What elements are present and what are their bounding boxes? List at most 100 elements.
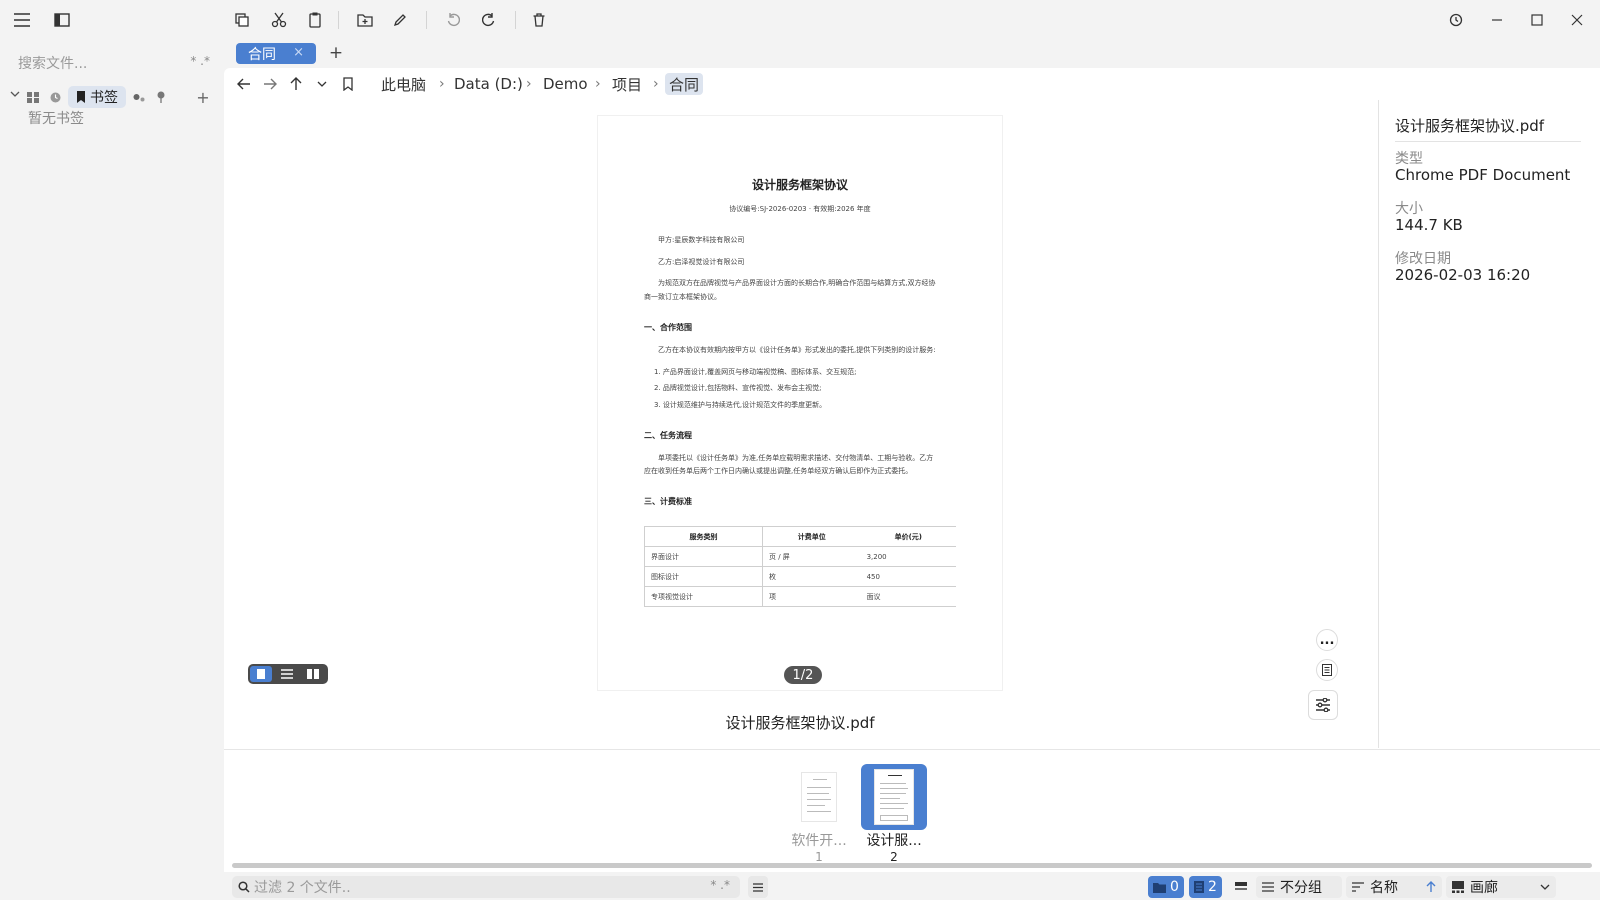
up-arrow-icon[interactable] <box>286 74 306 94</box>
doc-section-heading: 二、任务流程 <box>644 431 692 440</box>
table-header-row: 服务类别 计费单位 单价(元) <box>644 526 956 547</box>
page-indicator: 1/2 <box>784 666 822 684</box>
info-size-value: 144.7 KB <box>1395 216 1463 234</box>
gallery-strip: 软件开... 1 设计服... 2 <box>224 749 1600 865</box>
sort-ascending-icon[interactable] <box>1426 881 1436 893</box>
preview-filename: 设计服务框架协议.pdf <box>725 714 875 732</box>
sidebar-toggle-icon[interactable] <box>52 10 72 30</box>
table-cell: 450 <box>860 566 956 587</box>
breadcrumb-item-project[interactable]: 项目 <box>612 73 642 95</box>
menu-icon[interactable] <box>12 10 32 30</box>
single-page-view-icon[interactable] <box>250 666 272 682</box>
breadcrumb-item-drive[interactable]: Data (D:) <box>454 73 523 95</box>
sort-dropdown[interactable]: 名称 <box>1346 876 1442 898</box>
paste-icon[interactable] <box>305 10 325 30</box>
search-wildcard-toggle[interactable]: * .* <box>190 54 210 68</box>
doc-paragraph: 应在收到任务单后两个工作日内确认或提出调整,任务单经双方确认后即作为正式委托。 <box>644 467 913 475</box>
doc-paragraph: 单项委托以《设计任务单》为准,任务单应载明需求描述、交付物清单、工期与验收。乙方 <box>658 454 934 462</box>
gallery-item-index: 2 <box>890 850 898 864</box>
file-count: 2 <box>1208 879 1217 895</box>
gallery-item-selected[interactable]: 设计服... 2 <box>861 764 927 864</box>
tab-label: 合同 <box>248 46 276 63</box>
breadcrumb-item-this-pc[interactable]: 此电脑 <box>381 73 426 95</box>
add-bookmark-button[interactable]: + <box>196 86 210 108</box>
tab-contract[interactable]: 合同 × <box>236 43 316 64</box>
info-modified-value: 2026-02-03 16:20 <box>1395 266 1531 284</box>
doc-party-a: 甲方:星辰数字科技有限公司 <box>658 236 745 244</box>
pdf-preview-page[interactable]: 设计服务框架协议 协议编号:SJ-2026-0203 · 有效期:2026 年度… <box>598 116 1002 690</box>
filter-input[interactable]: 过滤 2 个文件.. * .* <box>232 876 740 898</box>
table-cell: 面议 <box>860 586 956 607</box>
table-cell: 界面设计 <box>644 546 763 567</box>
filter-options-icon[interactable] <box>748 876 768 898</box>
doc-meta: 协议编号:SJ-2026-0203 · 有效期:2026 年度 <box>729 205 871 213</box>
pin-tab-icon[interactable] <box>154 86 168 108</box>
horizontal-scrollbar[interactable] <box>232 863 1592 868</box>
redo-icon[interactable] <box>479 10 499 30</box>
pdf-thumbnail-icon <box>874 769 914 825</box>
toolbar-divider <box>426 11 427 29</box>
doc-list-item: 1. 产品界面设计,覆盖网页与移动端视觉稿、图标体系、交互规范; <box>654 368 857 376</box>
list-view-icon[interactable] <box>276 666 298 682</box>
tags-tab-icon[interactable] <box>132 86 146 108</box>
breadcrumb-item-contract[interactable]: 合同 <box>665 73 704 95</box>
view-mode-dropdown[interactable]: 画廊 <box>1446 876 1556 898</box>
history-dropdown-icon[interactable] <box>312 74 332 94</box>
filter-wildcard-toggle[interactable]: * .* <box>710 878 730 892</box>
preview-layout-switch <box>248 664 328 684</box>
info-modified-label: 修改日期 <box>1395 251 1451 267</box>
maximize-icon[interactable] <box>1527 10 1547 30</box>
recent-tab-icon[interactable] <box>48 86 62 108</box>
layout-toggle-icon[interactable] <box>1232 876 1250 898</box>
breadcrumb-chevron-icon: › <box>595 76 601 92</box>
bookmark-toggle-icon[interactable] <box>338 74 358 94</box>
new-folder-icon[interactable] <box>355 10 375 30</box>
split-view-icon[interactable] <box>302 666 324 682</box>
doc-section-heading: 一、合作范围 <box>644 323 692 332</box>
settings-sliders-icon[interactable] <box>1308 690 1338 720</box>
folder-count-badge[interactable]: 0 <box>1148 876 1184 898</box>
back-arrow-icon[interactable] <box>234 74 254 94</box>
doc-paragraph: 乙方在本协议有效期内按甲方以《设计任务单》形式发出的委托,提供下列类别的设计服务… <box>658 346 936 354</box>
minimize-icon[interactable] <box>1487 10 1507 30</box>
group-dropdown[interactable]: 不分组 <box>1256 876 1342 898</box>
breadcrumb-item-demo[interactable]: Demo <box>543 73 588 95</box>
fee-table: 服务类别 计费单位 单价(元) 界面设计 页 / 屏 3,200 图标设计 枚 … <box>644 526 956 607</box>
view-mode-label: 画廊 <box>1470 880 1498 896</box>
group-label: 不分组 <box>1280 880 1322 896</box>
delete-icon[interactable] <box>529 10 549 30</box>
breadcrumb-chevron-icon: › <box>653 76 659 92</box>
more-options-button[interactable]: ... <box>1316 629 1338 651</box>
file-count-badge[interactable]: 2 <box>1189 876 1222 898</box>
copy-icon[interactable] <box>232 10 252 30</box>
gallery-item[interactable]: 软件开... 1 <box>786 764 852 864</box>
cut-icon[interactable] <box>269 10 289 30</box>
undo-icon[interactable] <box>443 10 463 30</box>
table-cell: 枚 <box>762 566 861 587</box>
close-icon[interactable] <box>1567 10 1587 30</box>
new-tab-button[interactable]: + <box>326 43 346 63</box>
bookmarks-tab[interactable]: 书签 <box>68 86 126 108</box>
drives-tab-icon[interactable] <box>26 86 40 108</box>
page-list-icon[interactable] <box>1316 659 1338 681</box>
history-icon[interactable] <box>1446 10 1466 30</box>
rename-icon[interactable] <box>390 10 410 30</box>
table-header-cell: 计费单位 <box>762 526 861 547</box>
chevron-down-icon[interactable] <box>10 90 20 98</box>
doc-intro-line: 商一致订立本框架协议。 <box>644 293 721 301</box>
table-cell: 图标设计 <box>644 566 763 587</box>
bookmark-icon <box>77 91 85 103</box>
sort-label: 名称 <box>1370 880 1398 896</box>
toolbar-divider <box>338 11 339 29</box>
forward-arrow-icon[interactable] <box>260 74 280 94</box>
chevron-down-icon <box>1540 884 1550 890</box>
table-cell: 项 <box>762 586 861 607</box>
sidebar-search-input[interactable]: 搜索文件... * .* <box>10 50 210 76</box>
file-thumbnail <box>861 764 927 830</box>
file-icon <box>1194 881 1204 893</box>
top-toolbar <box>0 0 1600 40</box>
tab-close-icon[interactable]: × <box>293 45 304 60</box>
breadcrumb-chevron-icon: › <box>439 76 445 92</box>
table-row: 图标设计 枚 450 <box>644 566 956 587</box>
empty-bookmarks-text: 暂无书签 <box>28 111 84 127</box>
